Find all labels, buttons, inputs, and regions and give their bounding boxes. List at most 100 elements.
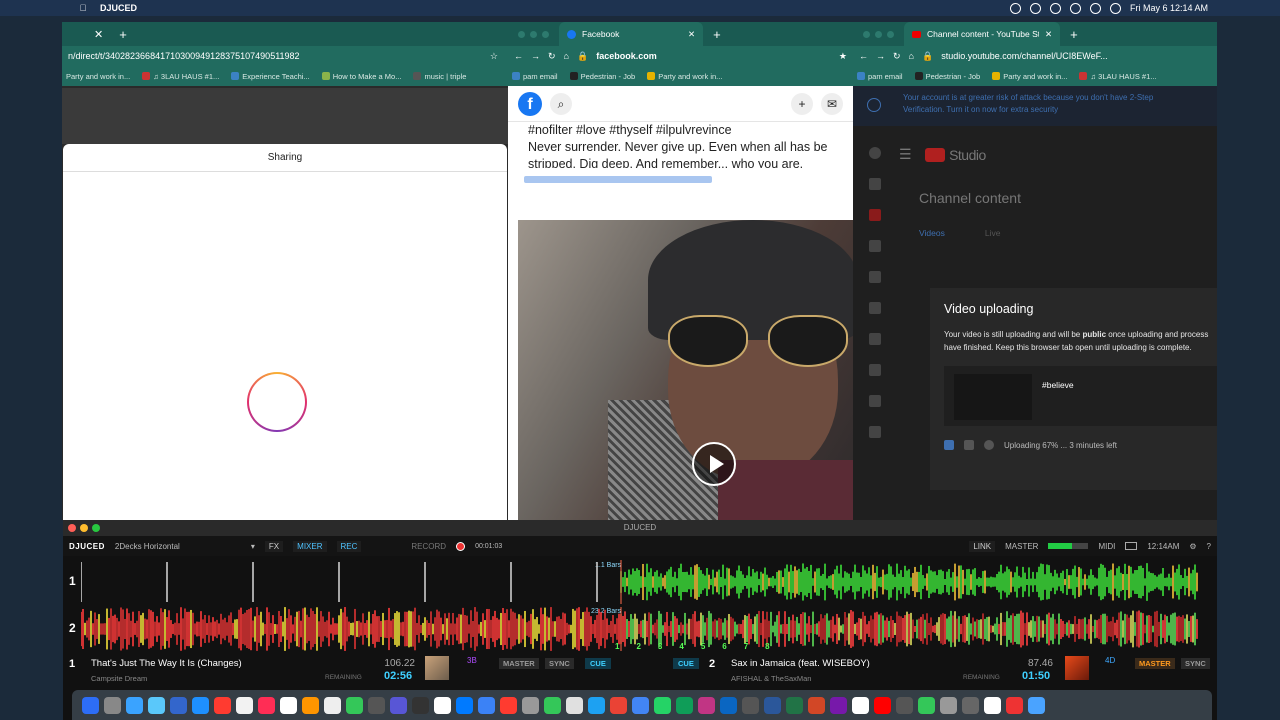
dock-app-icon[interactable] [632,696,649,714]
content-icon[interactable] [869,209,881,221]
bookmark[interactable]: Party and work in... [647,72,722,81]
dock-app-icon[interactable] [456,696,473,714]
url-text[interactable]: facebook.com [596,51,657,61]
dock-app-icon[interactable] [896,696,913,714]
bookmark[interactable]: Pedestrian - Job [914,72,980,81]
search-icon[interactable]: ⌕ [550,92,572,115]
bookmark[interactable]: ♫ 3LAU HAUS #1... [142,72,219,81]
beat-marker[interactable]: 2 [636,642,640,651]
dock-app-icon[interactable] [654,696,671,714]
tab-facebook[interactable]: Facebook ✕ [559,22,704,46]
beat-marker[interactable]: 3 [658,642,662,651]
dock-app-icon[interactable] [368,696,385,714]
deck2-sync-button[interactable]: SYNC [1181,658,1210,669]
deck1-master-button[interactable]: MASTER [499,658,539,669]
deck2-cue-button[interactable]: CUE [673,658,699,669]
dock-app-icon[interactable] [148,696,165,714]
dock-app-icon[interactable] [874,696,891,714]
dock-app-icon[interactable] [764,696,781,714]
star-icon[interactable]: ★ [839,51,853,62]
reload-icon[interactable]: ↻ [548,51,556,62]
dock-app-icon[interactable] [390,696,407,714]
address-bar[interactable]: ← → ↻ ⌂ 🔒 facebook.com ★ [508,46,853,66]
new-tab-icon[interactable]: + [119,27,127,42]
url-text[interactable]: n/direct/t/34028236684171030094912837510… [68,51,300,61]
customization-icon[interactable] [869,426,881,438]
beat-marker[interactable]: 8 [765,642,769,651]
window-controls[interactable] [853,30,904,38]
dock-app-icon[interactable] [676,696,693,714]
dashboard-icon[interactable] [869,178,881,190]
close-tab-icon[interactable]: ✕ [94,28,103,41]
forward-icon[interactable]: → [876,51,885,61]
dock-app-icon[interactable] [852,696,869,714]
video-player[interactable] [518,220,853,520]
dock-app-icon[interactable] [170,696,187,714]
dock-app-icon[interactable] [500,696,517,714]
dock-app-icon[interactable] [1028,696,1045,714]
comments-icon[interactable] [869,302,881,314]
reload-icon[interactable]: ↻ [893,51,901,62]
window-controls[interactable] [508,30,559,38]
analytics-icon[interactable] [869,271,881,283]
back-icon[interactable]: ← [859,51,868,61]
dock-app-icon[interactable] [808,696,825,714]
bookmark[interactable]: pam email [857,72,903,81]
address-bar[interactable]: n/direct/t/34028236684171030094912837510… [62,46,508,66]
dock-app-icon[interactable] [214,696,231,714]
chevron-down-icon[interactable]: ▾ [251,542,255,551]
create-icon[interactable]: + [791,92,813,115]
back-icon[interactable]: ← [514,51,523,61]
dock-app-icon[interactable] [544,696,561,714]
clock[interactable]: Fri May 6 12:14 AM [1130,3,1208,13]
dock-app-icon[interactable] [192,696,209,714]
link-button[interactable]: LINK [969,540,996,552]
status-icon[interactable] [1069,2,1081,14]
deck1-cue-button[interactable]: CUE [585,658,611,669]
beat-marker[interactable]: 5 [701,642,705,651]
play-icon[interactable] [692,442,736,486]
help-icon[interactable]: ? [1207,542,1211,551]
dock-app-icon[interactable] [830,696,847,714]
status-icon[interactable] [1029,2,1041,14]
active-app-name[interactable]: DJUCED [100,3,137,13]
channel-avatar-icon[interactable] [869,147,881,159]
dock-app-icon[interactable] [1006,696,1023,714]
star-icon[interactable]: ☆ [490,51,508,62]
dock-app-icon[interactable] [280,696,297,714]
deck2-master-button[interactable]: MASTER [1135,658,1175,669]
close-tab-icon[interactable]: ✕ [1045,29,1052,40]
dock-app-icon[interactable] [742,696,759,714]
bookmark[interactable]: Experience Teachi... [231,72,310,81]
dock-app-icon[interactable] [786,696,803,714]
dock-app-icon[interactable] [412,696,429,714]
search-icon[interactable] [1109,2,1121,14]
playlists-icon[interactable] [869,240,881,252]
dock-app-icon[interactable] [346,696,363,714]
beat-marker[interactable]: 4 [679,642,683,651]
dock-app-icon[interactable] [302,696,319,714]
subtitles-icon[interactable] [869,333,881,345]
deck1-sync-button[interactable]: SYNC [545,658,574,669]
beat-marker[interactable]: 6 [722,642,726,651]
tab-live[interactable]: Live [985,228,1001,238]
deck1-waveform[interactable] [81,560,1199,604]
home-icon[interactable]: ⌂ [564,51,569,61]
dock-app-icon[interactable] [984,696,1001,714]
bookmark[interactable]: Pedestrian - Job [569,72,635,81]
bookmark[interactable]: music | triple [413,72,466,81]
new-tab-icon[interactable]: + [713,27,721,42]
bookmark[interactable]: Party and work in... [992,72,1067,81]
dock-app-icon[interactable] [258,696,275,714]
copyright-icon[interactable] [869,364,881,376]
status-icon[interactable] [1009,2,1021,14]
bookmark[interactable]: ♫ 3LAU HAUS #1... [1079,72,1157,81]
tab-youtube-studio[interactable]: Channel content - YouTube St ✕ [904,22,1061,46]
midi-label[interactable]: MIDI [1098,542,1115,551]
dock-app-icon[interactable] [478,696,495,714]
status-icon[interactable] [1049,2,1061,14]
dock-app-icon[interactable] [940,696,957,714]
address-bar[interactable]: ← → ↻ ⌂ 🔒 studio.youtube.com/channel/UCI… [853,46,1217,66]
bookmark[interactable]: pam email [512,72,558,81]
apple-menu-icon[interactable]:  [68,3,98,13]
